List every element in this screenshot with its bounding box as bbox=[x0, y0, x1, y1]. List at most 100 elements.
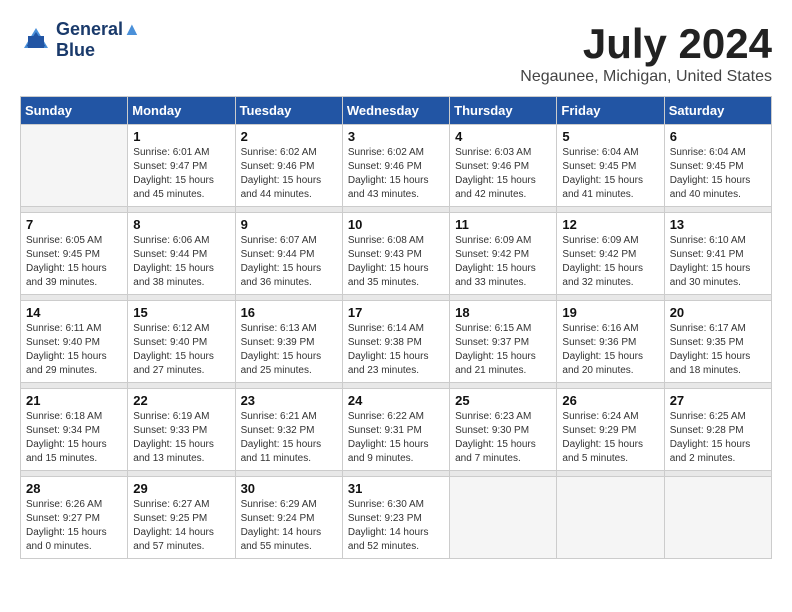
calendar-cell bbox=[664, 477, 771, 559]
day-number: 26 bbox=[562, 393, 658, 408]
header-friday: Friday bbox=[557, 97, 664, 125]
day-info: Sunrise: 6:12 AMSunset: 9:40 PMDaylight:… bbox=[133, 322, 229, 378]
day-number: 27 bbox=[670, 393, 766, 408]
calendar-cell bbox=[21, 125, 128, 207]
header-thursday: Thursday bbox=[450, 97, 557, 125]
calendar-cell: 24 Sunrise: 6:22 AMSunset: 9:31 PMDayligh… bbox=[342, 389, 449, 471]
calendar-cell: 14 Sunrise: 6:11 AMSunset: 9:40 PMDayligh… bbox=[21, 301, 128, 383]
calendar-cell: 12 Sunrise: 6:09 AMSunset: 9:42 PMDayligh… bbox=[557, 213, 664, 295]
day-info: Sunrise: 6:11 AMSunset: 9:40 PMDaylight:… bbox=[26, 322, 122, 378]
calendar-cell: 2 Sunrise: 6:02 AMSunset: 9:46 PMDaylight… bbox=[235, 125, 342, 207]
calendar-cell: 18Sunrise: 6:15 AMSunset: 9:37 PMDayligh… bbox=[450, 301, 557, 383]
day-number: 24 bbox=[348, 393, 444, 408]
day-number: 21 bbox=[26, 393, 122, 408]
day-number: 9 bbox=[241, 217, 337, 232]
day-info: Sunrise: 6:25 AMSunset: 9:28 PMDaylight:… bbox=[670, 410, 766, 466]
calendar-cell: 3 Sunrise: 6:02 AMSunset: 9:46 PMDaylight… bbox=[342, 125, 449, 207]
day-info: Sunrise: 6:09 AMSunset: 9:42 PMDaylight:… bbox=[455, 234, 551, 290]
calendar-cell bbox=[557, 477, 664, 559]
day-number: 6 bbox=[670, 129, 766, 144]
day-info: Sunrise: 6:08 AMSunset: 9:43 PMDaylight:… bbox=[348, 234, 444, 290]
day-info: Sunrise: 6:10 AMSunset: 9:41 PMDaylight:… bbox=[670, 234, 766, 290]
day-info: Sunrise: 6:06 AMSunset: 9:44 PMDaylight:… bbox=[133, 234, 229, 290]
day-info: Sunrise: 6:14 AMSunset: 9:38 PMDaylight:… bbox=[348, 322, 444, 378]
day-info: Sunrise: 6:27 AMSunset: 9:25 PMDaylight:… bbox=[133, 498, 229, 554]
location-subtitle: Negaunee, Michigan, United States bbox=[520, 68, 772, 86]
calendar-cell: 19 Sunrise: 6:16 AMSunset: 9:36 PMDayligh… bbox=[557, 301, 664, 383]
day-info: Sunrise: 6:04 AMSunset: 9:45 PMDaylight:… bbox=[670, 146, 766, 202]
day-info: Sunrise: 6:13 AMSunset: 9:39 PMDaylight:… bbox=[241, 322, 337, 378]
day-number: 25 bbox=[455, 393, 551, 408]
calendar-cell bbox=[450, 477, 557, 559]
calendar-cell: 8 Sunrise: 6:06 AMSunset: 9:44 PMDaylight… bbox=[128, 213, 235, 295]
day-number: 10 bbox=[348, 217, 444, 232]
calendar-cell: 17 Sunrise: 6:14 AMSunset: 9:38 PMDayligh… bbox=[342, 301, 449, 383]
day-info: Sunrise: 6:02 AMSunset: 9:46 PMDaylight:… bbox=[241, 146, 337, 202]
day-info: Sunrise: 6:07 AMSunset: 9:44 PMDaylight:… bbox=[241, 234, 337, 290]
day-number: 16 bbox=[241, 305, 337, 320]
calendar-cell: 31 Sunrise: 6:30 AMSunset: 9:23 PMDayligh… bbox=[342, 477, 449, 559]
day-number: 17 bbox=[348, 305, 444, 320]
header-wednesday: Wednesday bbox=[342, 97, 449, 125]
day-number: 28 bbox=[26, 481, 122, 496]
title-area: July 2024 Negaunee, Michigan, United Sta… bbox=[520, 20, 772, 86]
day-info: Sunrise: 6:17 AMSunset: 9:35 PMDaylight:… bbox=[670, 322, 766, 378]
day-number: 3 bbox=[348, 129, 444, 144]
day-info: Sunrise: 6:22 AMSunset: 9:31 PMDaylight:… bbox=[348, 410, 444, 466]
calendar-week-2: 7 Sunrise: 6:05 AMSunset: 9:45 PMDaylight… bbox=[21, 213, 772, 295]
day-number: 2 bbox=[241, 129, 337, 144]
header-monday: Monday bbox=[128, 97, 235, 125]
calendar-cell: 9 Sunrise: 6:07 AMSunset: 9:44 PMDaylight… bbox=[235, 213, 342, 295]
calendar-cell: 4 Sunrise: 6:03 AMSunset: 9:46 PMDaylight… bbox=[450, 125, 557, 207]
day-number: 30 bbox=[241, 481, 337, 496]
day-info: Sunrise: 6:04 AMSunset: 9:45 PMDaylight:… bbox=[562, 146, 658, 202]
calendar-cell: 13 Sunrise: 6:10 AMSunset: 9:41 PMDayligh… bbox=[664, 213, 771, 295]
day-number: 1 bbox=[133, 129, 229, 144]
day-info: Sunrise: 6:21 AMSunset: 9:32 PMDaylight:… bbox=[241, 410, 337, 466]
logo-icon bbox=[20, 24, 52, 56]
day-number: 4 bbox=[455, 129, 551, 144]
day-info: Sunrise: 6:03 AMSunset: 9:46 PMDaylight:… bbox=[455, 146, 551, 202]
day-info: Sunrise: 6:16 AMSunset: 9:36 PMDaylight:… bbox=[562, 322, 658, 378]
calendar-cell: 28Sunrise: 6:26 AMSunset: 9:27 PMDayligh… bbox=[21, 477, 128, 559]
calendar-cell: 15Sunrise: 6:12 AMSunset: 9:40 PMDayligh… bbox=[128, 301, 235, 383]
day-number: 19 bbox=[562, 305, 658, 320]
calendar-week-1: 1 Sunrise: 6:01 AMSunset: 9:47 PMDaylight… bbox=[21, 125, 772, 207]
day-info: Sunrise: 6:15 AMSunset: 9:37 PMDaylight:… bbox=[455, 322, 551, 378]
day-info: Sunrise: 6:29 AMSunset: 9:24 PMDaylight:… bbox=[241, 498, 337, 554]
calendar-cell: 7 Sunrise: 6:05 AMSunset: 9:45 PMDaylight… bbox=[21, 213, 128, 295]
calendar-cell: 10 Sunrise: 6:08 AMSunset: 9:43 PMDayligh… bbox=[342, 213, 449, 295]
day-number: 8 bbox=[133, 217, 229, 232]
day-info: Sunrise: 6:09 AMSunset: 9:42 PMDaylight:… bbox=[562, 234, 658, 290]
calendar-cell: 6 Sunrise: 6:04 AMSunset: 9:45 PMDaylight… bbox=[664, 125, 771, 207]
day-number: 31 bbox=[348, 481, 444, 496]
calendar-cell: 30 Sunrise: 6:29 AMSunset: 9:24 PMDayligh… bbox=[235, 477, 342, 559]
header-saturday: Saturday bbox=[664, 97, 771, 125]
day-number: 13 bbox=[670, 217, 766, 232]
day-number: 22 bbox=[133, 393, 229, 408]
calendar-cell: 29 Sunrise: 6:27 AMSunset: 9:25 PMDayligh… bbox=[128, 477, 235, 559]
month-year-title: July 2024 bbox=[520, 20, 772, 68]
day-number: 23 bbox=[241, 393, 337, 408]
calendar-cell: 20 Sunrise: 6:17 AMSunset: 9:35 PMDayligh… bbox=[664, 301, 771, 383]
day-info: Sunrise: 6:01 AMSunset: 9:47 PMDaylight:… bbox=[133, 146, 229, 202]
day-number: 7 bbox=[26, 217, 122, 232]
calendar-cell: 25 Sunrise: 6:23 AMSunset: 9:30 PMDayligh… bbox=[450, 389, 557, 471]
header: General▲ Blue July 2024 Negaunee, Michig… bbox=[20, 20, 772, 86]
day-info: Sunrise: 6:23 AMSunset: 9:30 PMDaylight:… bbox=[455, 410, 551, 466]
calendar-cell: 11 Sunrise: 6:09 AMSunset: 9:42 PMDayligh… bbox=[450, 213, 557, 295]
calendar-cell: 27 Sunrise: 6:25 AMSunset: 9:28 PMDayligh… bbox=[664, 389, 771, 471]
day-number: 29 bbox=[133, 481, 229, 496]
day-info: Sunrise: 6:05 AMSunset: 9:45 PMDaylight:… bbox=[26, 234, 122, 290]
day-number: 14 bbox=[26, 305, 122, 320]
calendar-cell: 23 Sunrise: 6:21 AMSunset: 9:32 PMDayligh… bbox=[235, 389, 342, 471]
calendar-week-5: 28Sunrise: 6:26 AMSunset: 9:27 PMDayligh… bbox=[21, 477, 772, 559]
day-info: Sunrise: 6:02 AMSunset: 9:46 PMDaylight:… bbox=[348, 146, 444, 202]
calendar-table: SundayMondayTuesdayWednesdayThursdayFrid… bbox=[20, 96, 772, 559]
day-number: 12 bbox=[562, 217, 658, 232]
calendar-cell: 21Sunrise: 6:18 AMSunset: 9:34 PMDayligh… bbox=[21, 389, 128, 471]
day-info: Sunrise: 6:30 AMSunset: 9:23 PMDaylight:… bbox=[348, 498, 444, 554]
day-info: Sunrise: 6:19 AMSunset: 9:33 PMDaylight:… bbox=[133, 410, 229, 466]
day-number: 11 bbox=[455, 217, 551, 232]
day-number: 20 bbox=[670, 305, 766, 320]
